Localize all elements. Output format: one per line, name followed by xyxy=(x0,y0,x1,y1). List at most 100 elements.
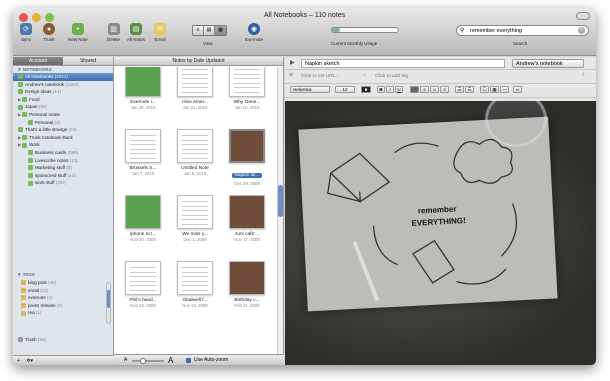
font-size-select[interactable]: 12 xyxy=(335,86,355,93)
notebook-count: (14) xyxy=(52,89,62,95)
zoom-slider[interactable] xyxy=(132,358,164,364)
add-button[interactable]: + xyxy=(17,358,20,364)
bold-button[interactable]: B xyxy=(377,86,385,93)
editor-title-row: ▶ Napkin sketch Andrew's notebook xyxy=(285,57,596,70)
notebook-item[interactable]: ▶ Personal notes xyxy=(13,111,113,119)
bulleted-list-icon[interactable]: ☰ xyxy=(455,86,464,93)
tags-header[interactable]: ▼ TAGS xyxy=(13,271,35,278)
notebook-item[interactable]: All Notebooks (2821) xyxy=(13,73,113,81)
notebook-item[interactable]: work stuff (287) xyxy=(13,179,113,187)
notebook-name: That's a little strange xyxy=(25,127,68,133)
numbered-list-icon[interactable]: ☰ xyxy=(465,86,474,93)
snippet-view-icon[interactable]: ▤ xyxy=(204,26,215,35)
note-list-scrollbar[interactable] xyxy=(277,67,283,354)
note-card[interactable]: Untitled Note Jan 6, 2010 xyxy=(170,129,220,176)
notebook-item[interactable]: ▶ Trunk notebook stack xyxy=(13,134,113,142)
toolbar-toggle-button[interactable] xyxy=(576,12,590,20)
notebook-item[interactable]: Japan (93) xyxy=(13,103,113,111)
tab-shared[interactable]: Shared xyxy=(63,57,113,65)
tag-item[interactable]: email (11) xyxy=(13,287,107,295)
notebook-item[interactable]: Marketing stuff (5) xyxy=(13,164,113,172)
font-select[interactable]: Helvetica xyxy=(290,86,330,93)
disclosure-triangle-icon[interactable]: ▶ xyxy=(18,135,21,140)
view-segmented-control[interactable]: ≡ ▤ ▦ xyxy=(192,25,227,36)
link-icon[interactable]: ∞ xyxy=(513,86,522,93)
notebook-item[interactable]: That's a little strange (32) xyxy=(13,126,113,134)
trunk-button[interactable]: ● Trunk xyxy=(43,23,55,42)
notebook-item[interactable]: Personal (2) xyxy=(13,119,113,127)
horizontal-rule-icon[interactable]: — xyxy=(500,86,509,93)
note-title-field[interactable]: Napkin sketch xyxy=(301,59,505,68)
note-card[interactable]: Why Gene... Jan 10, 2010 xyxy=(222,67,272,110)
tag-scrollbar[interactable] xyxy=(106,282,111,324)
play-icon[interactable]: ▶ xyxy=(290,59,295,66)
italic-button[interactable]: I xyxy=(386,86,394,93)
tag-count: (3) xyxy=(47,295,53,301)
tag-field[interactable]: Click to add tag xyxy=(375,74,408,79)
all-notes-label: All Notes xyxy=(127,37,146,42)
evernote-button[interactable]: ◉ Evernote xyxy=(245,23,263,42)
tag-icon xyxy=(21,280,26,286)
notebook-icon xyxy=(18,104,23,110)
notebooks-header[interactable]: ▼ NOTEBOOKS xyxy=(13,66,113,73)
note-card[interactable]: Brussels S... Jan 7, 2010 xyxy=(118,129,168,176)
disclosure-triangle-icon[interactable]: ▶ xyxy=(18,142,21,147)
note-card[interactable]: Birthday c... Feb 11, 2009 xyxy=(222,261,272,308)
table-icon[interactable]: ▦ xyxy=(490,86,499,93)
trunk-label: Trunk xyxy=(43,37,55,42)
tag-item[interactable]: press release (2) xyxy=(13,302,107,310)
notebook-item[interactable]: sponsored stuff (13) xyxy=(13,172,113,180)
list-view-icon[interactable]: ≡ xyxy=(193,26,204,35)
email-button[interactable]: ✉ Email xyxy=(154,23,166,42)
new-note-button[interactable]: + New Note xyxy=(68,23,88,42)
gear-icon[interactable]: ✲▾ xyxy=(26,358,33,364)
notebook-select[interactable]: Andrew's notebook xyxy=(512,59,584,68)
notebook-item[interactable]: ▶ Work xyxy=(13,141,113,149)
thumbnail-view-icon[interactable]: ▦ xyxy=(215,26,226,35)
notebook-item[interactable]: Business cards (589) xyxy=(13,149,113,157)
note-card[interactable]: Evernote i... Jan 29, 2010 xyxy=(118,67,168,110)
attach-icon[interactable]: ⇪ xyxy=(581,73,585,78)
align-right-icon[interactable]: ≡ xyxy=(430,86,439,93)
checkbox-icon[interactable]: ☐ xyxy=(480,86,489,93)
note-list-header[interactable]: Notes by Date Updated xyxy=(114,57,283,66)
align-left-icon[interactable] xyxy=(410,86,419,93)
align-justify-icon[interactable]: ≡ xyxy=(440,86,449,93)
note-card[interactable]: Napkin sk... Dec 29, 2009 xyxy=(222,129,272,186)
notebook-name: Andrew's notebook xyxy=(25,81,64,87)
delete-button[interactable]: ▥ Delete xyxy=(107,23,120,42)
note-card[interactable]: Phil's head... Nov 23, 2009 xyxy=(118,261,168,308)
note-card[interactable]: Gladwell f... Nov 12, 2009 xyxy=(170,261,220,308)
note-card[interactable]: iphone scr... Nov 30, 2009 xyxy=(118,195,168,242)
clear-search-icon[interactable]: × xyxy=(578,27,585,34)
text-color-icon[interactable]: ■ xyxy=(361,86,371,93)
notebook-icon xyxy=(22,112,28,118)
note-date: Dec 1, 2009 xyxy=(183,237,207,242)
note-card[interactable]: We miss y... Dec 1, 2009 xyxy=(170,195,220,242)
notebook-item[interactable]: Andrew's notebook (1453) xyxy=(13,81,113,89)
tag-item[interactable]: blog post (45) xyxy=(13,279,107,287)
note-card[interactable]: How Amer... Jan 21, 2010 xyxy=(170,67,220,110)
disclosure-triangle-icon[interactable]: ▶ xyxy=(18,112,21,117)
autozoom-checkbox[interactable] xyxy=(186,358,191,363)
usage-fill xyxy=(332,28,340,32)
trash-icon xyxy=(18,337,23,343)
note-list: Notes by Date Updated Evernote i... Jan 2… xyxy=(114,57,284,365)
url-field[interactable]: Click to set URL... xyxy=(301,74,339,79)
all-notes-button[interactable]: ▤ All Notes xyxy=(127,23,145,42)
tab-account[interactable]: Account xyxy=(13,57,63,65)
align-center-icon[interactable]: ≡ xyxy=(420,86,429,93)
sync-button[interactable]: ⟳ Sync xyxy=(20,23,32,42)
disclosure-triangle-icon[interactable]: ▶ xyxy=(18,97,21,102)
underline-button[interactable]: U xyxy=(395,86,403,93)
notebook-item[interactable]: Livescribe notes (13) xyxy=(13,157,113,165)
tag-count: (2) xyxy=(56,302,63,308)
tag-item[interactable]: rea (1) xyxy=(13,309,107,317)
note-card[interactable]: zuni cafe'... Nov 17, 2009 xyxy=(222,195,272,242)
search-input[interactable]: ⚲ remember everything × xyxy=(456,25,589,36)
notebook-item[interactable]: Design ideas (14) xyxy=(13,88,113,96)
notebook-item[interactable]: ▶ Food xyxy=(13,96,113,104)
note-date: Jan 29, 2010 xyxy=(130,105,156,110)
tag-item[interactable]: evernote (3) xyxy=(13,294,107,302)
trash-item[interactable]: Trash (38) xyxy=(18,336,46,344)
